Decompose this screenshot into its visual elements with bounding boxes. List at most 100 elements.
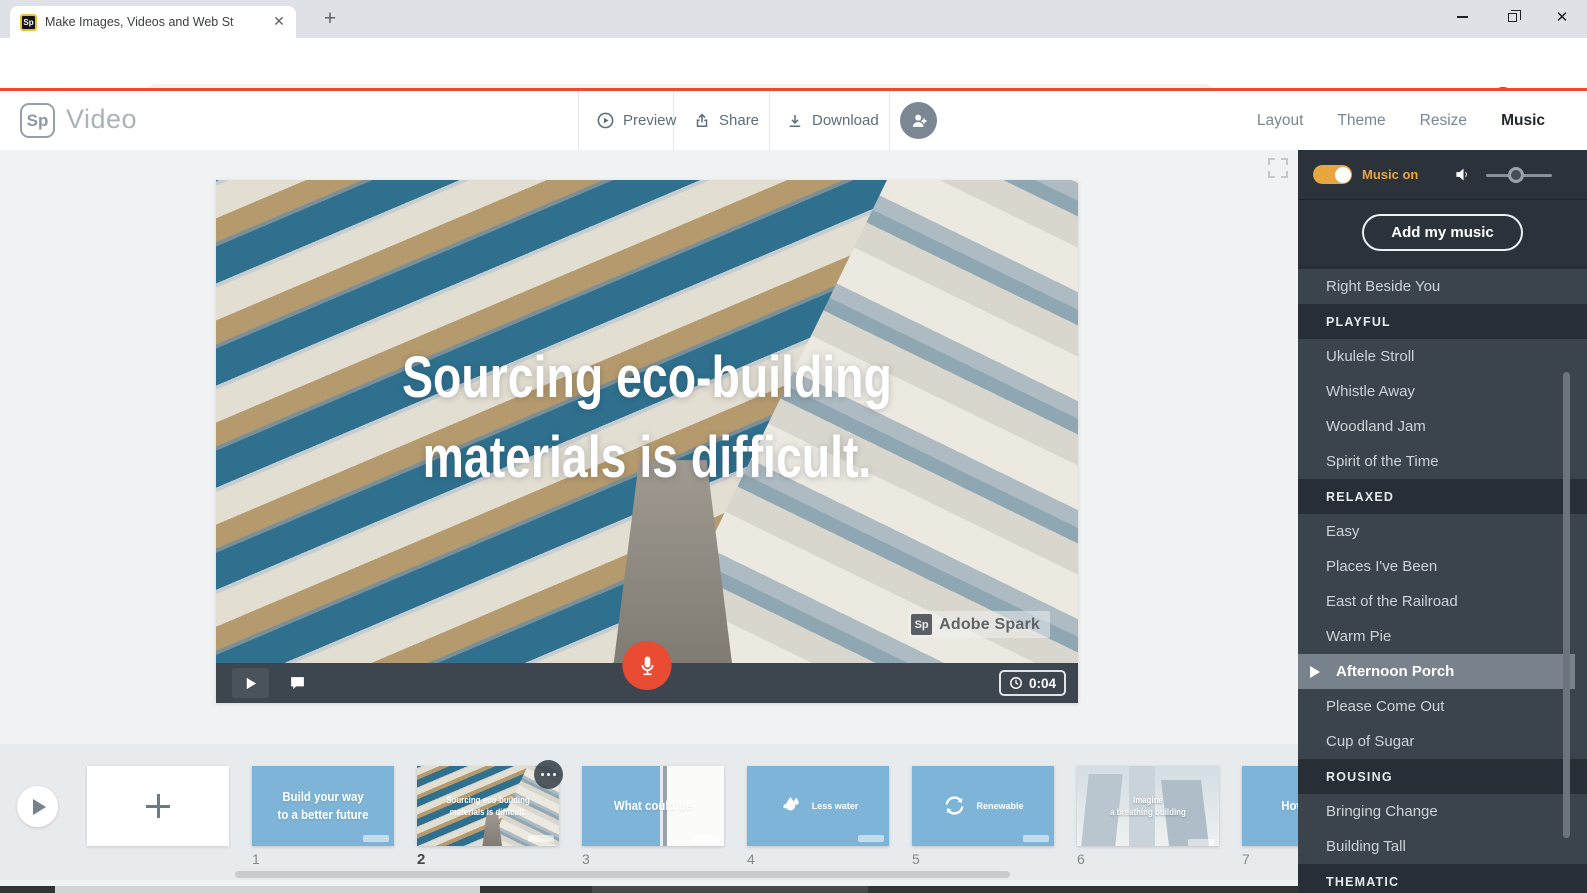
adobe-spark-watermark: Sp Adobe Spark (908, 611, 1050, 638)
music-track[interactable]: East of the Railroad (1298, 584, 1587, 619)
play-button[interactable] (232, 668, 269, 698)
music-panel: Music on Add my music Right Beside YouPL… (1298, 150, 1587, 893)
add-my-music-button[interactable]: Add my music (1362, 214, 1523, 251)
music-track[interactable]: Please Come Out (1298, 689, 1587, 724)
music-category-header: PLAYFUL (1298, 304, 1587, 339)
tab-layout[interactable]: Layout (1257, 112, 1304, 130)
volume-knob[interactable] (1508, 167, 1524, 183)
clock-icon (1009, 676, 1023, 690)
mini-watermark (693, 835, 719, 842)
player-control-bar: 0:04 (216, 663, 1078, 703)
slide-title-text: Sourcing eco-building materials is diffi… (302, 338, 992, 498)
add-slide-button[interactable] (87, 766, 229, 846)
caption-button[interactable] (279, 668, 316, 698)
download-button[interactable]: Download (786, 91, 879, 150)
spark-watermark-logo: Sp (911, 614, 932, 635)
spark-favicon-icon: Sp (20, 14, 37, 31)
slide-number: 4 (747, 851, 889, 867)
volume-slider[interactable] (1486, 167, 1552, 183)
preview-button[interactable]: Preview (596, 91, 676, 150)
music-track[interactable]: Ukulele Stroll (1298, 339, 1587, 374)
slide-text: Imaginea breathing building (1086, 766, 1211, 846)
music-track[interactable]: Woodland Jam (1298, 409, 1587, 444)
browser-tab-bar: Sp Make Images, Videos and Web St ✕ + ✕ (0, 0, 1587, 38)
tab-resize[interactable]: Resize (1420, 112, 1467, 130)
app-name: Video (66, 104, 137, 135)
now-playing-icon (1310, 666, 1320, 678)
panel-nav-tabs: Layout Theme Resize Music (1257, 91, 1545, 150)
record-voice-button[interactable] (623, 641, 672, 690)
add-person-icon (909, 111, 929, 131)
mini-watermark (1023, 835, 1049, 842)
timeline-slide-7[interactable]: How you ca (1242, 766, 1298, 846)
music-track[interactable]: Warm Pie (1298, 619, 1587, 654)
music-category-header: RELAXED (1298, 479, 1587, 514)
share-icon (693, 112, 711, 130)
slide-number: 3 (582, 851, 724, 867)
slide-number: 1 (252, 851, 394, 867)
music-track[interactable]: Afternoon Porch (1298, 654, 1575, 689)
slide-number: 6 (1077, 851, 1219, 867)
music-track[interactable]: Easy (1298, 514, 1587, 549)
music-track[interactable]: Whistle Away (1298, 374, 1587, 409)
timeline-slide-6[interactable]: Imaginea breathing building (1077, 766, 1219, 846)
play-icon (243, 676, 258, 691)
slide-number: 2 (417, 851, 559, 868)
mini-watermark (528, 835, 554, 842)
music-on-toggle[interactable] (1313, 165, 1352, 184)
music-on-label: Music on (1362, 167, 1418, 182)
music-track-list: Right Beside YouPLAYFULUkulele StrollWhi… (1298, 269, 1587, 893)
speaker-icon (1454, 165, 1473, 184)
mini-watermark (858, 835, 884, 842)
water-drops-icon (778, 793, 803, 820)
window-minimize-button[interactable] (1437, 0, 1487, 34)
slide-number: 5 (912, 851, 1054, 867)
music-track[interactable]: Right Beside You (1298, 269, 1587, 304)
slide-text: What could be (591, 766, 716, 846)
mini-watermark (1188, 839, 1214, 846)
browser-address-bar: spark.adobe.com/sp/design/video/558d586f… (0, 38, 1587, 88)
music-track[interactable]: Building Tall (1298, 829, 1587, 864)
slide-number: 7 (1242, 851, 1298, 867)
new-tab-button[interactable]: + (318, 7, 342, 31)
scrollbar-thumb[interactable] (55, 886, 480, 893)
music-track[interactable]: Bringing Change (1298, 794, 1587, 829)
speech-bubble-icon (289, 675, 306, 692)
music-panel-header: Music on (1298, 150, 1587, 200)
window-restore-button[interactable] (1487, 0, 1537, 34)
play-icon (33, 799, 46, 815)
tab-theme[interactable]: Theme (1337, 112, 1385, 130)
timeline-slide-3[interactable]: What could be (582, 766, 724, 846)
music-track[interactable]: Spirit of the Time (1298, 444, 1587, 479)
music-category-header: ROUSING (1298, 759, 1587, 794)
slide-timeline: Build your wayto a better future 1 Sourcin… (0, 744, 1298, 880)
slide-photo-background: Sourcing eco-building materials is diffi… (216, 180, 1078, 663)
timeline-slide-4[interactable]: Less water (747, 766, 889, 846)
duration-text: 0:04 (1029, 676, 1056, 691)
timeline-play-button[interactable] (17, 786, 58, 827)
timeline-scrollbar[interactable] (235, 871, 1010, 878)
video-preview-player[interactable]: Sourcing eco-building materials is diffi… (216, 180, 1078, 703)
share-button[interactable]: Share (693, 91, 759, 150)
spark-logo[interactable]: Sp (20, 103, 55, 138)
music-track[interactable]: Places I've Been (1298, 549, 1587, 584)
tab-close-icon[interactable]: ✕ (270, 13, 288, 31)
timeline-slide-2[interactable]: Sourcing eco-buildingmaterials is diffic… (417, 766, 559, 846)
invite-avatar-button[interactable] (900, 102, 937, 139)
renewable-icon (942, 793, 967, 820)
music-category-header: THEMATIC (1298, 864, 1587, 893)
timeline-slide-1[interactable]: Build your wayto a better future (252, 766, 394, 846)
slide-text: How you ca (1251, 766, 1298, 846)
music-track[interactable]: Cup of Sugar (1298, 724, 1587, 759)
duration-chip: 0:04 (999, 670, 1066, 696)
app-toolbar: Sp Video Preview Share Download Layout Th… (0, 91, 1587, 150)
slide-options-menu[interactable] (534, 760, 563, 789)
timeline-slide-5[interactable]: Renewable (912, 766, 1054, 846)
tab-music[interactable]: Music (1501, 112, 1545, 130)
tab-title: Make Images, Videos and Web St (45, 15, 270, 29)
download-icon (786, 112, 804, 130)
fullscreen-icon[interactable] (1268, 158, 1288, 178)
browser-tab[interactable]: Sp Make Images, Videos and Web St ✕ (10, 6, 296, 38)
music-list-scrollbar[interactable] (1563, 372, 1570, 838)
window-close-button[interactable]: ✕ (1537, 0, 1587, 34)
